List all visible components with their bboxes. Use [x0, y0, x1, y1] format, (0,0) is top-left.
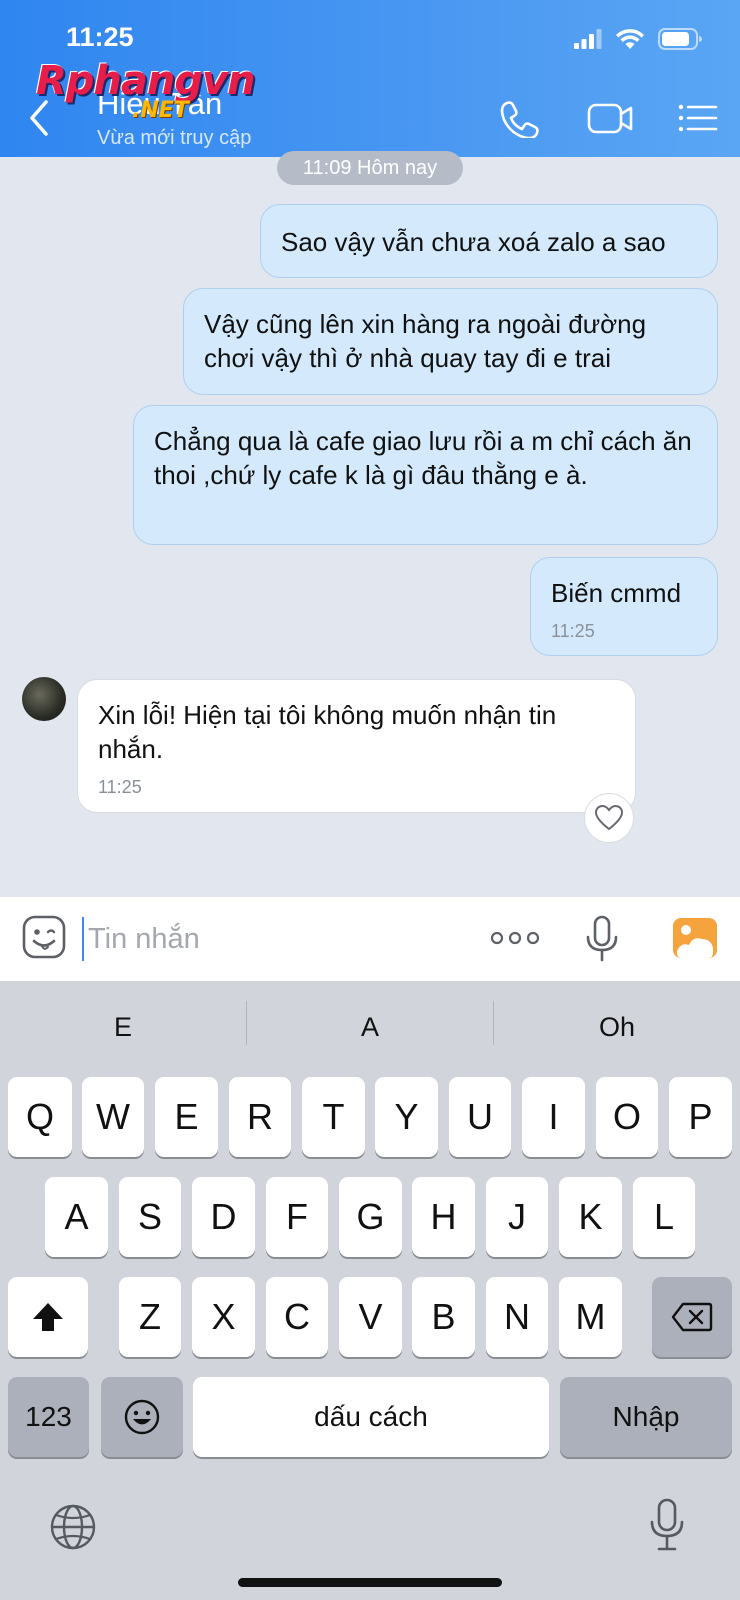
key-q[interactable]: Q: [8, 1077, 72, 1157]
message-text: Sao vậy vẫn chưa xoá zalo a sao: [281, 227, 666, 257]
suggestion-item[interactable]: A: [247, 981, 493, 1065]
key-f[interactable]: F: [266, 1177, 328, 1257]
react-heart-button[interactable]: [584, 793, 634, 843]
signal-icon: [574, 29, 602, 49]
backspace-key[interactable]: [652, 1277, 732, 1357]
key-k[interactable]: K: [559, 1177, 622, 1257]
message-bubble-outgoing[interactable]: Vậy cũng lên xin hàng ra ngoài đường chơ…: [183, 288, 718, 395]
space-key[interactable]: dấu cách: [193, 1377, 549, 1457]
key-z[interactable]: Z: [119, 1277, 181, 1357]
wifi-icon: [616, 29, 644, 49]
sticker-icon[interactable]: [22, 915, 66, 959]
key-c[interactable]: C: [266, 1277, 328, 1357]
microphone-icon[interactable]: [584, 915, 620, 963]
more-icon[interactable]: [490, 923, 540, 953]
contact-status: Vừa mới truy cập: [97, 127, 252, 149]
avatar[interactable]: [22, 677, 66, 721]
battery-icon: [658, 28, 702, 50]
home-indicator[interactable]: [238, 1578, 502, 1587]
key-e[interactable]: E: [155, 1077, 218, 1157]
message-bubble-outgoing[interactable]: Sao vậy vẫn chưa xoá zalo a sao: [260, 204, 718, 278]
menu-button[interactable]: [676, 98, 724, 138]
heart-icon: [595, 805, 623, 831]
key-j[interactable]: J: [486, 1177, 548, 1257]
key-d[interactable]: D: [192, 1177, 255, 1257]
key-a[interactable]: A: [45, 1177, 108, 1257]
composer-bar: [0, 897, 740, 981]
keyboard: E A Oh Q W E R T Y U I O P A S D F G H J…: [0, 981, 740, 1600]
message-bubble-outgoing[interactable]: Biến cmmd 11:25: [530, 557, 718, 656]
chat-area[interactable]: 11:09 Hôm nay Sao vậy vẫn chưa xoá zalo …: [0, 151, 740, 897]
status-icons: [574, 28, 702, 50]
key-r[interactable]: R: [229, 1077, 291, 1157]
emoji-icon: [124, 1399, 160, 1435]
key-i[interactable]: I: [522, 1077, 585, 1157]
key-v[interactable]: V: [339, 1277, 402, 1357]
photo-icon[interactable]: [672, 917, 718, 959]
key-n[interactable]: N: [486, 1277, 548, 1357]
key-h[interactable]: H: [412, 1177, 475, 1257]
date-separator: 11:09 Hôm nay: [277, 151, 463, 185]
numbers-key[interactable]: 123: [8, 1377, 89, 1457]
suggestion-bar: E A Oh: [0, 981, 740, 1065]
message-input[interactable]: [82, 917, 452, 961]
key-g[interactable]: G: [339, 1177, 402, 1257]
suggestion-item[interactable]: E: [0, 981, 246, 1065]
message-bubble-outgoing[interactable]: Chẳng qua là cafe giao lưu rồi a m chỉ c…: [133, 405, 718, 545]
message-text: Chẳng qua là cafe giao lưu rồi a m chỉ c…: [154, 426, 692, 490]
shift-icon: [33, 1303, 63, 1331]
message-time: 11:25: [551, 621, 595, 641]
message-text: Biến cmmd: [551, 578, 682, 608]
status-time: 11:25: [66, 22, 134, 52]
emoji-key[interactable]: [101, 1377, 183, 1457]
key-u[interactable]: U: [449, 1077, 511, 1157]
key-s[interactable]: S: [119, 1177, 181, 1257]
message-time: 11:25: [98, 777, 142, 797]
phone-call-button[interactable]: [496, 98, 544, 138]
key-l[interactable]: L: [633, 1177, 695, 1257]
shift-key[interactable]: [8, 1277, 88, 1357]
suggestion-item[interactable]: Oh: [494, 981, 740, 1065]
watermark-sub: .NET: [132, 98, 189, 123]
key-m[interactable]: M: [559, 1277, 622, 1357]
backspace-icon: [671, 1302, 713, 1332]
key-o[interactable]: O: [596, 1077, 658, 1157]
key-p[interactable]: P: [669, 1077, 732, 1157]
key-y[interactable]: Y: [375, 1077, 438, 1157]
message-text: Xin lỗi! Hiện tại tôi không muốn nhận ti…: [98, 700, 557, 764]
globe-icon[interactable]: [48, 1502, 98, 1552]
chat-header: 11:25 Hiếu Tân Vừa mới truy cập Rphangvn…: [0, 0, 740, 157]
video-call-button[interactable]: [586, 98, 634, 138]
key-w[interactable]: W: [82, 1077, 144, 1157]
key-x[interactable]: X: [192, 1277, 255, 1357]
return-key[interactable]: Nhập: [560, 1377, 732, 1457]
key-t[interactable]: T: [302, 1077, 365, 1157]
key-b[interactable]: B: [412, 1277, 475, 1357]
watermark-logo: Rphangvn .NET: [36, 58, 266, 128]
dictation-mic-icon[interactable]: [648, 1498, 686, 1552]
message-text: Vậy cũng lên xin hàng ra ngoài đường chơ…: [204, 309, 647, 373]
message-bubble-incoming[interactable]: Xin lỗi! Hiện tại tôi không muốn nhận ti…: [77, 679, 636, 813]
